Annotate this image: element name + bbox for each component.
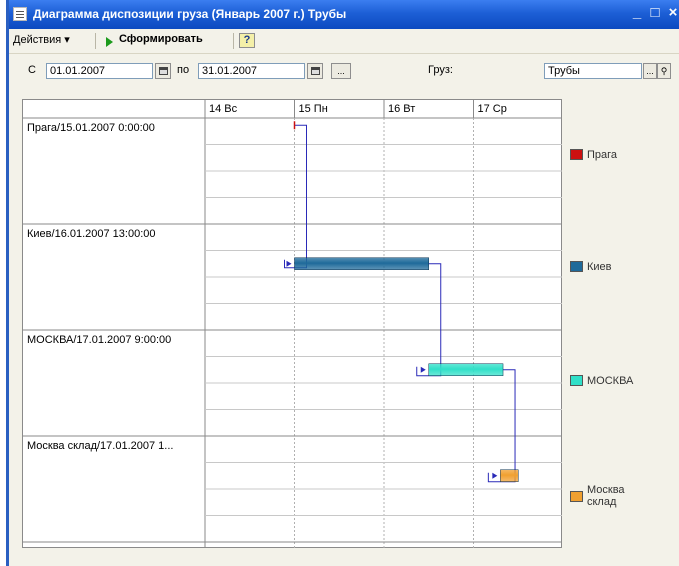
title-bar: Диаграмма диспозиции груза (Январь 2007 … (9, 0, 679, 29)
task-bar[interactable] (500, 469, 519, 482)
legend-swatch (570, 491, 583, 502)
cargo-field[interactable]: Трубы (544, 63, 642, 79)
row-label: Прага/15.01.2007 0:00:00 (27, 122, 155, 134)
calendar-icon (310, 67, 320, 75)
row-label: МОСКВА/17.01.2007 9:00:00 (27, 334, 171, 346)
cargo-select-button[interactable]: ... (643, 63, 657, 79)
play-icon (106, 37, 113, 47)
legend-item: Прага (570, 149, 617, 161)
legend-swatch (570, 149, 583, 160)
day-header-label: 17 Ср (478, 103, 507, 115)
to-label: по (177, 64, 190, 76)
maximize-icon[interactable]: □ (647, 5, 663, 21)
calendar-to-button[interactable] (307, 63, 323, 79)
toolbar: Действия ▾ Сформировать ? (9, 29, 679, 54)
task-bar[interactable] (428, 363, 504, 376)
window-title: Диаграмма диспозиции груза (Январь 2007 … (33, 7, 347, 21)
cargo-label: Груз: (428, 64, 453, 76)
help-button[interactable]: ? (239, 33, 255, 48)
toolbar-separator (233, 33, 234, 49)
legend-swatch (570, 261, 583, 272)
legend-label: склад (587, 496, 617, 508)
filter-panel: С 01.01.2007 по 31.01.2007 ... Груз: Тру… (9, 58, 679, 80)
close-icon[interactable]: × (665, 5, 679, 21)
row-label: Москва склад/17.01.2007 1... (27, 440, 173, 452)
gantt-canvas: 14 Вс 15 Пн 16 Вт 17 Ср Прага/15.01.2007 0:0… (22, 99, 562, 548)
generate-button[interactable]: Сформировать (119, 33, 203, 45)
search-icon[interactable]: ⚲ (657, 63, 671, 79)
day-header-label: 16 Вт (388, 103, 415, 115)
toolbar-separator (95, 33, 96, 49)
from-label: С (28, 64, 36, 76)
gantt-chart: 14 Вс 15 Пн 16 Вт 17 Ср Прага/15.01.2007 0:0… (22, 99, 562, 548)
date-from-field[interactable]: 01.01.2007 (46, 63, 153, 79)
day-header-label: 15 Пн (299, 103, 328, 115)
legend-label: Киев (587, 261, 612, 273)
legend-item: Москва склад (570, 484, 625, 508)
legend-label: МОСКВА (587, 375, 634, 387)
legend-item: Киев (570, 261, 612, 273)
legend-item: МОСКВА (570, 375, 633, 387)
document-icon (13, 7, 27, 21)
gantt-frame (22, 99, 562, 548)
calendar-from-button[interactable] (155, 63, 171, 79)
legend-label: Москва (587, 484, 625, 496)
calendar-icon (158, 67, 168, 75)
legend-swatch (570, 375, 583, 386)
minimize-icon[interactable]: _ (629, 5, 645, 21)
day-header-label: 14 Вс (209, 103, 238, 115)
task-bar[interactable] (294, 257, 429, 270)
date-to-field[interactable]: 31.01.2007 (198, 63, 305, 79)
legend-label: Прага (587, 149, 618, 161)
actions-menu[interactable]: Действия ▾ (13, 33, 70, 46)
row-label: Киев/16.01.2007 13:00:00 (27, 228, 156, 240)
period-select-button[interactable]: ... (331, 63, 351, 79)
